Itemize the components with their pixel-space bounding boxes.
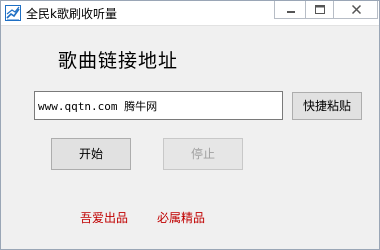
title-bar[interactable]: 全民k歌刷收听量	[1, 1, 379, 26]
maximize-button[interactable]	[305, 1, 333, 19]
quick-paste-button[interactable]: 快捷粘贴	[292, 92, 362, 120]
maximize-icon	[315, 5, 325, 14]
minimize-icon	[287, 11, 295, 13]
app-icon	[5, 5, 21, 21]
quality-credit-link[interactable]: 必属精品	[157, 209, 205, 226]
window-title: 全民k歌刷收听量	[26, 7, 117, 21]
song-url-input[interactable]	[34, 91, 283, 120]
song-url-heading: 歌曲链接地址	[58, 50, 179, 72]
stop-button[interactable]: 停止	[163, 138, 243, 170]
start-button[interactable]: 开始	[51, 138, 131, 170]
close-icon	[351, 4, 362, 15]
minimize-button[interactable]	[274, 1, 305, 19]
wuai-credit-link[interactable]: 吾爱出品	[80, 209, 128, 226]
close-button[interactable]	[333, 1, 378, 19]
main-window: 全民k歌刷收听量 歌曲链接地址 快捷粘贴 开始 停止 吾爱出品 必属精品	[0, 0, 380, 250]
